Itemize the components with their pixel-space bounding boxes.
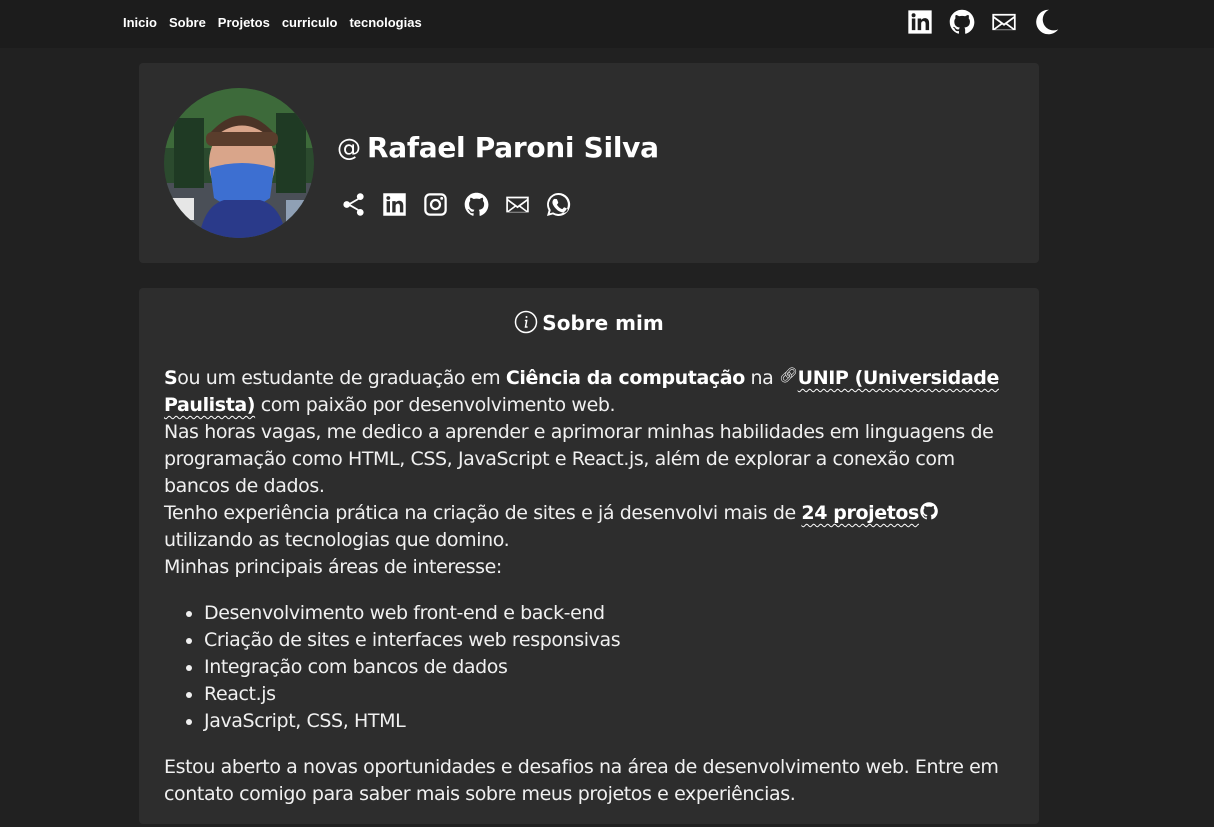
linkedin-icon[interactable]	[381, 191, 408, 218]
instagram-icon[interactable]	[422, 191, 449, 218]
list-item: React.js	[204, 681, 1014, 708]
list-item: JavaScript, CSS, HTML	[204, 708, 1014, 735]
course-name: Ciência da computação	[505, 367, 745, 389]
projects-link[interactable]: 24 projetos	[801, 502, 919, 524]
avatar	[164, 88, 314, 238]
github-icon[interactable]	[463, 191, 490, 218]
mail-icon[interactable]	[990, 8, 1018, 36]
about-title-text: Sobre mim	[542, 311, 664, 335]
header-icons	[906, 8, 1060, 36]
about-paragraph-1: Sou um estudante de graduação em Ciência…	[164, 362, 1014, 419]
profile-name: Rafael Paroni Silva	[367, 131, 659, 164]
text: Tenho experiência prática na criação de …	[164, 502, 802, 524]
main-nav: Inicio Sobre Projetos curriculo tecnolog…	[123, 15, 422, 30]
list-item: Desenvolvimento web front-end e back-end	[204, 600, 1014, 627]
info-icon	[515, 310, 538, 334]
about-text: Sou um estudante de graduação em Ciência…	[164, 362, 1014, 808]
about-paragraph-3: Tenho experiência prática na criação de …	[164, 500, 1014, 554]
profile-name-row: @ Rafael Paroni Silva	[337, 131, 659, 164]
about-paragraph-2: Nas horas vagas, me dedico a aprender e …	[164, 421, 994, 497]
text: utilizando as tecnologias que domino.	[164, 529, 510, 551]
share-icon[interactable]	[340, 191, 367, 218]
social-links	[340, 191, 572, 218]
github-icon[interactable]	[948, 8, 976, 36]
about-closing: Estou aberto a novas oportunidades e des…	[164, 756, 999, 805]
mail-icon[interactable]	[504, 191, 531, 218]
about-card: Sobre mim Sou um estudante de graduação …	[139, 288, 1039, 824]
text: com paixão por desenvolvimento web.	[255, 394, 616, 416]
linkedin-icon[interactable]	[906, 8, 934, 36]
text: ou um estudante de graduação em	[177, 367, 506, 389]
nav-link-sobre[interactable]: Sobre	[169, 15, 206, 30]
about-paragraph-4: Minhas principais áreas de interesse:	[164, 556, 502, 578]
nav-link-projetos[interactable]: Projetos	[218, 15, 270, 30]
top-navbar: Inicio Sobre Projetos curriculo tecnolog…	[0, 0, 1214, 48]
interests-list: Desenvolvimento web front-end e back-end…	[204, 600, 1014, 735]
moon-icon[interactable]	[1032, 8, 1060, 36]
whatsapp-icon[interactable]	[545, 191, 572, 218]
at-icon: @	[337, 133, 361, 162]
link-icon: 🔗︎	[779, 366, 798, 384]
list-item: Criação de sites e interfaces web respon…	[204, 627, 1014, 654]
profile-card: @ Rafael Paroni Silva	[139, 63, 1039, 263]
github-icon	[919, 501, 939, 521]
nav-link-curriculo[interactable]: curriculo	[282, 15, 338, 30]
text: na	[744, 367, 780, 389]
nav-link-inicio[interactable]: Inicio	[123, 15, 157, 30]
list-item: Integração com bancos de dados	[204, 654, 1014, 681]
about-title: Sobre mim	[139, 310, 1039, 335]
drop-letter: S	[164, 367, 178, 389]
nav-link-tecnologias[interactable]: tecnologias	[349, 15, 421, 30]
